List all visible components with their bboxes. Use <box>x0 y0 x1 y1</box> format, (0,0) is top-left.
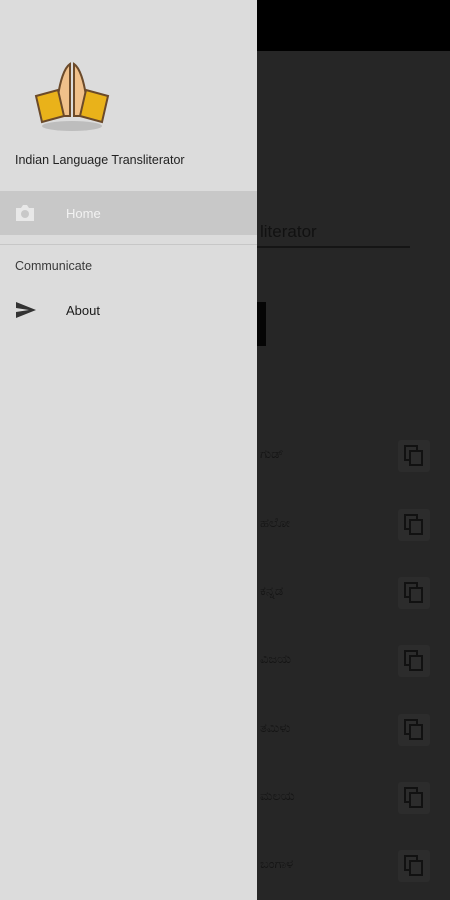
copy-icon <box>398 440 430 472</box>
copy-icon <box>398 850 430 882</box>
list-item-text: ಗುಡ್ <box>260 446 284 461</box>
copy-icon <box>398 577 430 609</box>
copy-icon <box>398 782 430 814</box>
section-header: Communicate <box>15 259 93 273</box>
list-item-text: ಮಲಯ <box>260 788 295 803</box>
praying-hands-icon <box>30 60 114 136</box>
divider <box>0 244 257 245</box>
drawer-item-label: Home <box>66 206 101 221</box>
list-item-text: ವಿಜಯ <box>260 651 292 666</box>
drawer-item-label: About <box>66 303 100 318</box>
camera-icon <box>14 203 36 228</box>
copy-icon <box>398 714 430 746</box>
copy-icon <box>398 509 430 541</box>
navigation-drawer: Indian Language Transliterator Home Comm… <box>0 0 257 900</box>
app-name: Indian Language Transliterator <box>15 153 185 167</box>
drawer-item-home[interactable]: Home <box>0 191 257 235</box>
send-icon <box>15 301 37 324</box>
drawer-item-about[interactable]: About <box>0 290 257 330</box>
copy-icon <box>398 645 430 677</box>
list-item-text: ತಮಿಳು <box>260 720 291 735</box>
list-item-text: ಹಲೋ <box>260 515 290 530</box>
list-item-text: ಬಂಗಾಳ <box>260 856 294 871</box>
list-item-text: ಕನ್ನಡ <box>260 583 284 598</box>
background-title-text: literator <box>260 222 317 241</box>
